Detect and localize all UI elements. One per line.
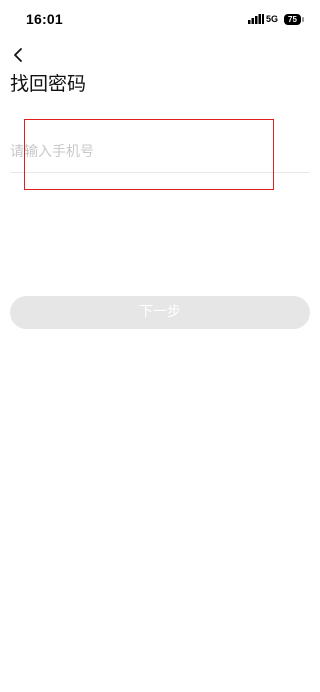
phone-number-input[interactable] — [10, 140, 310, 164]
battery-icon: 75 — [284, 14, 304, 25]
signal-icon — [248, 14, 264, 24]
chevron-left-icon — [14, 48, 22, 62]
battery-level: 75 — [288, 15, 297, 24]
status-time: 16:01 — [26, 11, 63, 27]
page-title: 找回密码 — [10, 73, 87, 95]
back-button[interactable] — [8, 44, 30, 66]
status-bar: 16:01 5G 75 — [0, 0, 320, 40]
next-step-button[interactable]: 下一步 — [10, 296, 310, 329]
battery-cap — [302, 17, 304, 22]
phone-field-container — [10, 130, 310, 173]
forgot-password-screen: 16:01 5G 75 找回密码 下一步 — [0, 0, 320, 692]
network-type-label: 5G — [266, 14, 279, 24]
